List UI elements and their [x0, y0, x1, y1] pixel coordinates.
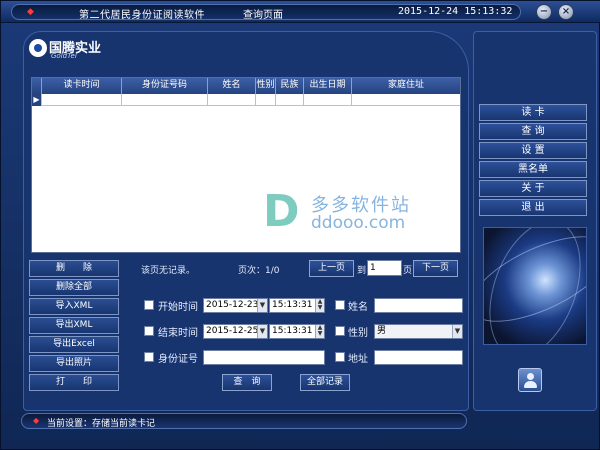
start-time-spinner[interactable]: 15:13:31 ▲ ▼ [269, 298, 325, 313]
app-window: ◆ 第二代居民身份证阅读软件 查询页面 2015-12-24 15:13:32 … [0, 0, 600, 450]
page-suffix-label: 页 [403, 266, 413, 276]
table-header: 读卡时间 身份证号码 姓名 性别 民族 出生日期 家庭住址 [32, 78, 460, 94]
right-panel [473, 31, 597, 411]
chevron-down-icon[interactable]: ▼ [452, 325, 462, 338]
table-cell[interactable] [122, 94, 208, 106]
end-time-checkbox[interactable] [144, 326, 154, 336]
start-date-value: 2015-12-23 [206, 300, 259, 310]
row-indicator-icon: ▶ [32, 94, 42, 106]
export-excel-button[interactable]: 导出Excel [29, 336, 119, 353]
name-input[interactable] [374, 298, 463, 313]
blacklist-button[interactable]: 黑名单 [479, 161, 587, 178]
minimize-button[interactable]: − [536, 4, 552, 20]
export-xml-button[interactable]: 导出XML [29, 317, 119, 334]
page-counter: 页次：1/0 [238, 266, 280, 276]
end-date-picker[interactable]: 2015-12-25 ▼ [203, 324, 268, 339]
column-header[interactable]: 出生日期 [304, 78, 352, 94]
all-records-button[interactable]: 全部记录 [300, 374, 350, 391]
column-header[interactable]: 姓名 [208, 78, 256, 94]
delete-all-button[interactable]: 删除全部 [29, 279, 119, 296]
id-number-checkbox[interactable] [144, 352, 154, 362]
gender-label: 性别 [348, 328, 368, 339]
table-cell[interactable] [208, 94, 256, 106]
end-date-value: 2015-12-25 [206, 326, 259, 336]
watermark-url: ddooo.com [311, 213, 406, 233]
gender-value: 男 [377, 326, 387, 336]
id-number-label: 身份证号 [158, 354, 198, 365]
read-card-button[interactable]: 读 卡 [479, 104, 587, 121]
logo-icon [29, 39, 47, 57]
header-indicator-cell [32, 78, 42, 94]
gender-select[interactable]: 男 ▼ [374, 324, 463, 339]
column-header[interactable]: 读卡时间 [42, 78, 122, 94]
prev-page-button[interactable]: 上一页 [309, 260, 354, 277]
column-header[interactable]: 家庭住址 [352, 78, 460, 94]
table-row[interactable]: ▶ [32, 94, 460, 106]
address-input[interactable] [374, 350, 463, 365]
delete-button[interactable]: 删 除 [29, 260, 119, 277]
query-button[interactable]: 查 询 [222, 374, 272, 391]
start-time-value: 15:13:31 [272, 300, 313, 310]
close-button[interactable]: × [558, 4, 574, 20]
end-time-value: 15:13:31 [272, 326, 313, 336]
gender-checkbox[interactable] [335, 326, 345, 336]
name-checkbox[interactable] [335, 300, 345, 310]
address-label: 地址 [348, 354, 368, 365]
table-cell[interactable] [256, 94, 276, 106]
id-number-input[interactable] [203, 350, 325, 365]
card-photo [483, 227, 587, 345]
status-indicator-icon: ◆ [33, 416, 40, 425]
end-time-spinner[interactable]: 15:13:31 ▲ ▼ [269, 324, 325, 339]
logo-sub: GoldTel [51, 52, 77, 60]
column-header[interactable]: 民族 [276, 78, 304, 94]
print-button[interactable]: 打 印 [29, 374, 119, 391]
paging-status: 该页无记录。 [141, 266, 196, 276]
exit-button[interactable]: 退 出 [479, 199, 587, 216]
goto-label: 到 [357, 266, 367, 276]
person-icon[interactable] [518, 368, 542, 392]
start-time-checkbox[interactable] [144, 300, 154, 310]
chevron-down-icon[interactable]: ▼ [257, 299, 267, 312]
watermark: D 多多软件站 ddooo.com [263, 189, 453, 239]
table-cell[interactable] [276, 94, 304, 106]
table-cell[interactable] [352, 94, 460, 106]
chevron-down-icon[interactable]: ▼ [257, 325, 267, 338]
export-photo-button[interactable]: 导出照片 [29, 355, 119, 372]
app-title: 第二代居民身份证阅读软件 [79, 10, 205, 21]
start-time-label: 开始时间 [158, 302, 198, 313]
spinner-arrows-icon[interactable]: ▲ ▼ [315, 299, 324, 312]
title-indicator-icon: ◆ [27, 7, 34, 17]
query-menu-button[interactable]: 查 询 [479, 123, 587, 140]
next-page-button[interactable]: 下一页 [413, 260, 458, 277]
page-title: 查询页面 [243, 10, 283, 21]
page-number-input[interactable]: 1 [367, 260, 402, 276]
spinner-arrows-icon[interactable]: ▲ ▼ [315, 325, 324, 338]
table-cell[interactable] [304, 94, 352, 106]
company-logo: 国腾实业 GoldTel [29, 37, 109, 61]
column-header[interactable]: 性别 [256, 78, 276, 94]
column-header[interactable]: 身份证号码 [122, 78, 208, 94]
import-xml-button[interactable]: 导入XML [29, 298, 119, 315]
status-text: 当前设置：存储当前读卡记 [47, 419, 156, 429]
clock: 2015-12-24 15:13:32 [398, 6, 513, 17]
table-cell[interactable] [42, 94, 122, 106]
settings-button[interactable]: 设 置 [479, 142, 587, 159]
address-checkbox[interactable] [335, 352, 345, 362]
start-date-picker[interactable]: 2015-12-23 ▼ [203, 298, 268, 313]
end-time-label: 结束时间 [158, 328, 198, 339]
name-label: 姓名 [348, 302, 368, 313]
title-bar: ◆ 第二代居民身份证阅读软件 查询页面 2015-12-24 15:13:32 … [1, 1, 600, 23]
about-button[interactable]: 关 于 [479, 180, 587, 197]
watermark-logo-icon: D [263, 186, 300, 237]
